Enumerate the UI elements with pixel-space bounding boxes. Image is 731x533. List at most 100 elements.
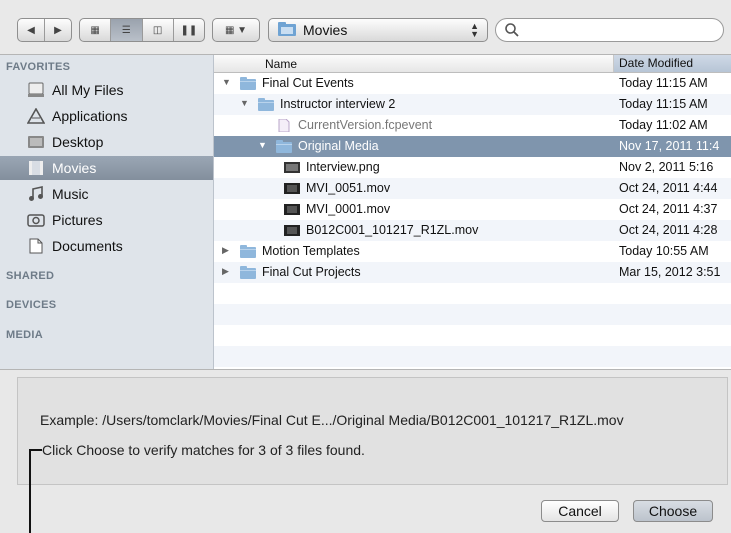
empty-row [214,304,731,325]
file-row[interactable]: ▼ Original Media Nov 17, 2011 11:4 [214,136,731,157]
disclosure-collapsed-icon[interactable]: ▶ [222,266,229,277]
search-field[interactable] [495,18,724,42]
file-date: Nov 2, 2011 5:16 [619,160,714,174]
file-row[interactable]: CurrentVersion.fcpevent Today 11:02 AM [214,115,731,136]
file-row[interactable]: MVI_0001.mov Oct 24, 2011 4:37 [214,199,731,220]
sidebar-item-pictures[interactable]: Pictures [0,208,213,232]
folder-icon [276,140,292,156]
empty-row [214,346,731,367]
date-modified-column-header[interactable]: Date Modified [613,55,731,72]
disclosure-expanded-icon[interactable]: ▼ [240,98,249,108]
all-files-icon [26,82,46,98]
movies-folder-icon [277,21,297,40]
sidebar-item-label: Movies [52,160,97,176]
sidebar-item-label: Documents [52,238,123,254]
sidebar-item-music[interactable]: Music [0,182,213,206]
file-row[interactable]: B012C001_101217_R1ZL.mov Oct 24, 2011 4:2… [214,220,731,241]
file-date: Oct 24, 2011 4:37 [619,202,718,216]
popup-arrows-icon: ▲ ▼ [470,21,479,39]
media-heading[interactable]: MEDIA [6,329,43,341]
sidebar-item-movies[interactable]: Movies [0,156,213,180]
sidebar-item-documents[interactable]: Documents [0,234,213,258]
column-view-icon: ◫ [152,24,163,36]
file-name: MVI_0001.mov [306,202,391,216]
file-row[interactable]: ▶ Final Cut Projects Mar 15, 2012 3:51 [214,262,731,283]
file-name: Final Cut Projects [262,265,361,279]
image-icon [284,161,300,177]
file-name: Original Media [298,139,379,153]
file-row[interactable]: ▼ Final Cut Events Today 11:15 AM [214,73,731,94]
callout-line-vertical [29,449,31,533]
shared-heading[interactable]: SHARED [6,270,54,282]
sidebar: FAVORITES All My Files Applications Desk… [0,55,214,369]
empty-row [214,283,731,304]
file-date: Oct 24, 2011 4:28 [619,223,718,237]
file-date: Today 10:55 AM [619,244,709,258]
back-arrow-icon: ◀ [27,24,35,36]
example-path-text: Example: /Users/tomclark/Movies/Final Cu… [40,412,624,428]
file-browser: FAVORITES All My Files Applications Desk… [0,54,731,370]
disclosure-collapsed-icon[interactable]: ▶ [222,245,229,256]
folder-icon [240,266,256,282]
disclosure-expanded-icon[interactable]: ▼ [222,77,231,87]
file-date: Today 11:15 AM [619,97,708,111]
disclosure-expanded-icon[interactable]: ▼ [258,140,267,150]
list-view-icon: ☰ [121,24,131,36]
column-view-button[interactable]: ◫ [143,19,174,41]
coverflow-icon: ❚❚ [180,24,198,36]
file-date: Today 11:15 AM [619,76,708,90]
favorites-heading: FAVORITES [6,61,71,73]
sidebar-item-desktop[interactable]: Desktop [0,130,213,154]
sidebar-item-label: Applications [52,108,128,124]
sidebar-item-label: All My Files [52,82,124,98]
choose-button[interactable]: Choose [633,500,713,522]
file-row[interactable]: Interview.png Nov 2, 2011 5:16 [214,157,731,178]
empty-row [214,325,731,346]
list-view-button[interactable]: ☰ [111,19,143,41]
forward-button[interactable]: ▶ [45,19,71,41]
path-popup[interactable]: Movies ▲ ▼ [268,18,488,42]
desktop-icon [26,134,46,150]
search-icon [504,22,520,41]
pictures-icon [26,212,46,228]
icon-view-button[interactable]: ▦ [80,19,112,41]
file-row[interactable]: ▶ Motion Templates Today 10:55 AM [214,241,731,262]
devices-heading[interactable]: DEVICES [6,299,56,311]
file-date: Nov 17, 2011 11:4 [619,139,720,153]
sidebar-item-label: Desktop [52,134,104,150]
sidebar-item-all-my-files[interactable]: All My Files [0,78,213,102]
file-name: MVI_0051.mov [306,181,391,195]
coverflow-view-button[interactable]: ❚❚ [174,19,204,41]
folder-icon [240,77,256,93]
sidebar-item-label: Pictures [52,212,103,228]
view-mode-control: ▦ ☰ ◫ ❚❚ [79,18,205,42]
cancel-button[interactable]: Cancel [541,500,619,522]
arrange-icon: ▦ ▼ [224,24,248,36]
file-date: Mar 15, 2012 3:51 [619,265,721,279]
sidebar-item-applications[interactable]: Applications [0,104,213,128]
file-row[interactable]: ▼ Instructor interview 2 Today 11:15 AM [214,94,731,115]
movie-icon [284,224,300,240]
name-column-header[interactable]: Name [265,57,297,71]
file-name: Final Cut Events [262,76,354,90]
music-icon [26,186,46,202]
movie-icon [284,182,300,198]
verify-panel: Example: /Users/tomclark/Movies/Final Cu… [17,377,728,485]
icon-view-icon: ▦ [90,24,100,36]
file-name: CurrentVersion.fcpevent [298,118,433,132]
folder-icon [258,98,274,114]
documents-icon [26,238,46,254]
file-date: Today 11:02 AM [619,118,708,132]
file-name: Interview.png [306,160,380,174]
file-name: Instructor interview 2 [280,97,396,111]
file-name: Motion Templates [262,244,360,258]
folder-icon [240,245,256,261]
file-date: Oct 24, 2011 4:44 [619,181,718,195]
arrange-menu[interactable]: ▦ ▼ [213,19,259,41]
arrange-button[interactable]: ▦ ▼ [212,18,260,42]
verify-status-text: Click Choose to verify matches for 3 of … [42,442,365,458]
forward-arrow-icon: ▶ [54,24,62,36]
back-button[interactable]: ◀ [18,19,45,41]
file-name: B012C001_101217_R1ZL.mov [306,223,479,237]
file-row[interactable]: MVI_0051.mov Oct 24, 2011 4:44 [214,178,731,199]
